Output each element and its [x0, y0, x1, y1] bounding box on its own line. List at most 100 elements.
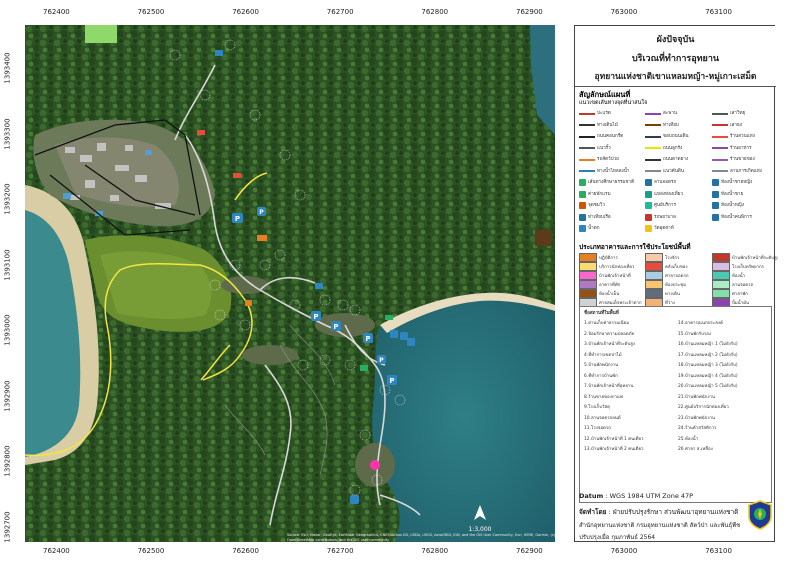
y-coordinate-label: 1393100 [3, 248, 12, 281]
made-by-line: จัดทำโดย : ฝ่ายปรับปรุงรักษา ส่วนพัฒนาอุ… [579, 508, 739, 516]
map-canvas: P P P P P P P 1:3,000 [25, 25, 555, 542]
legend-symbol-icon [712, 170, 728, 172]
x-coordinate-label: 762900 [516, 547, 543, 555]
symbol-legend-item: ปะแรต [579, 110, 611, 117]
x-coordinate-label: 762800 [421, 547, 449, 555]
landuse-swatch [579, 253, 597, 262]
landuse-label: อาคารที่พัก [599, 283, 621, 288]
legend-symbol-icon [712, 147, 728, 149]
symbol-legend-item: ค่ายพักแรม [579, 190, 611, 198]
legend-title-line-2: บริเวณที่ทำการอุทยาน [631, 54, 720, 64]
legend-symbol-label: เสาธง [730, 122, 743, 128]
symbol-legend-item: ร้านอาหาร [712, 145, 752, 152]
svg-text:P: P [235, 215, 240, 223]
legend-symbol-label: ทางน้ำไหลลงน้ำ [597, 168, 630, 174]
legend-symbol-icon [645, 124, 661, 126]
symbol-legend-item: ท่าเทียบ [645, 122, 679, 129]
landuse-label: บ้านพักเจ้าหน้าที่ [599, 274, 631, 279]
legend-symbol-label: ห้องน้ำหญิง [721, 203, 744, 208]
places-heading: ชื่อสถานที่ในพื้นที่ [584, 311, 619, 316]
landuse-legend-item: โรงเก็บทรัพยากร [712, 262, 764, 271]
symbol-legend-item: ทางน้ำไหลลงน้ำ [579, 168, 630, 175]
svg-text:P: P [333, 323, 338, 331]
legend-symbol-label: ร้านขายของ [730, 157, 755, 162]
legend-symbol-icon [645, 202, 652, 209]
place-name-item: 1.ด่านเก็บค่าธรรมเนียม [584, 321, 630, 326]
svg-text:P: P [379, 357, 384, 364]
legend-symbol-icon [645, 135, 661, 138]
legend-symbol-icon [579, 158, 595, 161]
landuse-legend-item: โรงจักร [645, 253, 679, 262]
y-coordinate-label: 1393200 [3, 183, 12, 215]
x-coordinate-label: 762800 [421, 8, 449, 16]
landuse-swatch [645, 262, 663, 271]
legend-symbol-label: รถพยาบาล [654, 214, 676, 220]
symbol-legend-item: ศูนย์บริการ [645, 202, 676, 209]
x-coordinate-label: 762600 [232, 8, 259, 16]
place-name-item: 13.บ้านพักเจ้าหน้าที่ 2 คนเดียว [584, 447, 644, 452]
x-coordinate-label: 762900 [516, 8, 543, 16]
landuse-label: ห้องประชุม [665, 283, 687, 288]
legend-symbol-icon [645, 170, 661, 172]
legend-symbol-label: ท่าเทียบเรือ [588, 214, 611, 220]
legend-symbol-icon [645, 190, 652, 198]
legend-title-block: ผังปัจจุบัน บริเวณที่ทำการอุทยาน อุทยานแ… [575, 26, 776, 86]
landuse-legend-item: ห้องน้ำเย็น [579, 289, 619, 298]
legend-symbol-icon [579, 202, 586, 209]
symbol-legend-item: ห้องน้ำหญิง [712, 202, 744, 209]
legend-symbol-icon [579, 112, 595, 115]
legend-symbol-icon [712, 202, 719, 209]
landuse-swatch [712, 280, 730, 289]
symbol-legend-item: ถนนคอนกรีต [579, 133, 623, 140]
legend-symbol-icon [645, 213, 652, 221]
symbol-legend-item: ห้องน้ำชายหญิง [712, 179, 752, 186]
legend-symbol-label: วัดอุตสาห์ [654, 226, 674, 231]
landuse-legend-item: ปฏิบัติการ [579, 253, 618, 262]
symbol-legend-item: เสาวิทยุ [712, 110, 745, 117]
landuse-swatch [579, 289, 597, 298]
legend-symbol-label: ปะแรต [597, 111, 611, 116]
legend-symbol-label: ห้องน้ำชายหญิง [721, 180, 753, 185]
place-name-item: 22.ศูนย์บริการนักท่องเที่ยว [678, 405, 729, 410]
datum-line: Datum : WGS 1984 UTM Zone 47P [579, 492, 694, 500]
updated-date: ปรับปรุงเมื่อ กุมภาพันธ์ 2564 [579, 534, 656, 541]
x-coordinate-label: 762500 [137, 547, 165, 555]
symbol-legend-item: แนวคันดิน [645, 168, 684, 175]
landuse-legend-item: ทางเดิน [645, 289, 680, 298]
satellite-map[interactable]: P P P P P P P 1:3,000 Source: Esri, Maxa… [25, 25, 555, 542]
place-name-item: 17.บ้านแหลมหญ้า 2 (ไม่ยังรับ) [678, 352, 738, 358]
legend-symbol-icon [645, 225, 652, 232]
y-coordinate-label: 1392700 [3, 510, 12, 543]
legend-symbol-label: ค่ายพักแรม [588, 191, 611, 197]
place-name-item: 16.บ้านแหลมหญ้า 1 (ไม่ยังรับ) [678, 342, 738, 347]
symbol-legend-item: ร้านขายของ [712, 156, 755, 163]
place-name-item: 21.บ้านพักพนักงาน [678, 394, 715, 400]
symbol-legend-item: สะพาน [645, 110, 677, 117]
landuse-label: ที่ว่าง [665, 301, 675, 306]
svg-text:P: P [365, 335, 370, 343]
symbol-legend-item: ทางเดินไม้ [579, 122, 618, 129]
legend-symbol-icon [579, 213, 586, 221]
place-name-item: 12.บ้านพักเจ้าหน้าที่ 1 คนเดียว [584, 436, 644, 442]
place-name-item: 24.ร้านค้าสวัสดิการ [678, 426, 717, 431]
legend-symbol-icon [645, 147, 661, 149]
legend-symbol-label: แนวคันดิน [663, 168, 685, 174]
legend-symbol-label: ถนนดาดยาง [663, 157, 689, 162]
x-coordinate-label: 763100 [705, 8, 732, 16]
legend-symbol-icon [712, 158, 728, 161]
landuse-legend-item: ศาลาพัก [712, 289, 748, 298]
landuse-label: ทางเดิน [665, 292, 680, 297]
y-coordinate-label: 1392800 [3, 445, 12, 477]
legend-symbol-label: ท่าเทียบ [663, 122, 679, 128]
landuse-label: ห้องน้ำเย็น [599, 292, 620, 297]
landuse-legend-item: คลังเก็บของ [645, 262, 688, 271]
legend-symbol-label: ร้านสวนแห่ง [730, 134, 755, 139]
legend-symbol-icon [579, 190, 586, 198]
symbol-legend-item: ลานการเกิดแห่ง [712, 168, 762, 175]
legend-symbol-label: ศูนย์บริการ [654, 203, 676, 208]
landuse-swatch [645, 280, 663, 289]
landuse-label: ศาลาจอดรถ [665, 274, 689, 279]
x-coordinate-label: 762400 [43, 8, 70, 16]
datum-label: Datum [579, 492, 604, 500]
landuse-label: บริการนักท่องเที่ยว [599, 265, 635, 270]
